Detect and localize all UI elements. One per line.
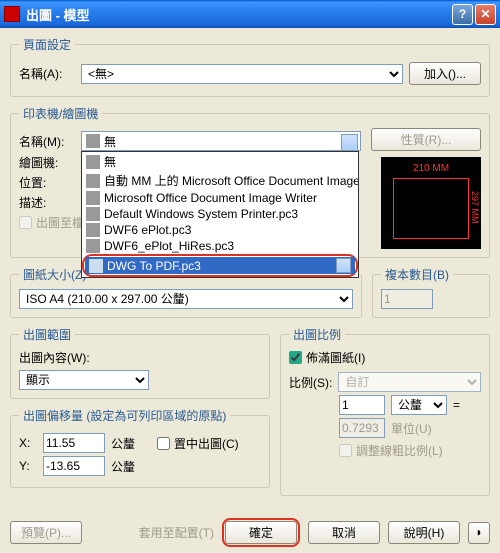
fit-to-paper-label: 佈滿圖紙(I) [306,349,365,366]
x-input[interactable] [43,433,105,453]
scale-lineweight-label: 調整線粗比例(L) [356,442,443,459]
window-title: 出圖 - 模型 [26,5,452,24]
copies-input [381,289,433,309]
plot-what-select[interactable]: 顯示 [19,370,149,390]
y-unit: 公釐 [111,458,135,475]
plot-scale-legend: 出圖比例 [289,326,345,343]
app-icon [4,6,20,22]
preview-button: 預覽(P)... [10,521,82,544]
plot-scale-group: 出圖比例 佈滿圖紙(I) 比例(S): 自訂 公釐 = [280,326,490,496]
printer-option[interactable]: 自動 MM 上的 Microsoft Office Document Image… [82,171,358,190]
page-name-select[interactable]: <無> [81,64,403,84]
help-button[interactable]: ? [452,4,473,25]
expand-button[interactable]: ◗ [468,522,490,544]
location-label: 位置: [19,174,75,191]
printer-option[interactable]: Default Windows System Printer.pc3 [82,206,358,222]
description-label: 描述: [19,194,75,211]
plotter-label: 繪圖機: [19,154,75,171]
scale-lineweight-checkbox [339,444,352,457]
cancel-button[interactable]: 取消 [308,521,380,544]
x-label: X: [19,436,37,450]
center-plot-checkbox[interactable] [157,437,170,450]
preview-width-label: 210 MM [387,163,475,174]
title-bar: 出圖 - 模型 ? ✕ [0,0,500,28]
x-unit: 公釐 [111,435,135,452]
page-setup-legend: 頁面設定 [19,36,75,53]
denom-unit-label: 單位(U) [391,420,432,437]
scale-unit-select[interactable]: 公釐 [391,395,447,415]
printer-group: 印表機/繪圖機 名稱(M): 無 無 自動 MM 上的 Microsoft Of… [10,105,490,258]
equals-sign: = [453,398,460,412]
plot-offset-group: 出圖偏移量 (設定為可列印區域的原點) X: 公釐 置中出圖(C) Y: 公釐 [10,407,270,488]
paper-preview: 210 MM 297 MM [381,157,481,249]
page-setup-group: 頁面設定 名稱(A): <無> 加入()... [10,36,490,97]
printer-option-selected[interactable]: DWG To PDF.pc3 [85,257,355,274]
close-button[interactable]: ✕ [475,4,496,25]
fit-to-paper-checkbox[interactable] [289,351,302,364]
scale-numerator-input[interactable] [339,395,385,415]
page-name-label: 名稱(A): [19,65,75,82]
y-input[interactable] [43,456,105,476]
preview-height-label: 297 MM [470,191,480,224]
plot-area-group: 出圖範圍 出圖內容(W): 顯示 [10,326,270,399]
paper-size-legend: 圖紙大小(Z) [19,266,90,283]
printer-option[interactable]: 無 [82,152,358,171]
printer-name-select[interactable]: 無 無 自動 MM 上的 Microsoft Office Document I… [81,131,361,151]
printer-name-label: 名稱(M): [19,133,75,150]
plot-area-legend: 出圖範圍 [19,326,75,343]
plot-to-file-checkbox [19,216,32,229]
plot-to-file-label: 出圖至檔 [36,214,84,231]
printer-option[interactable]: DWF6 ePlot.pc3 [82,222,358,238]
copies-legend: 複本數目(B) [381,266,453,283]
y-label: Y: [19,459,37,473]
printer-option[interactable]: Microsoft Office Document Image Writer [82,190,358,206]
dialog-footer: 預覽(P)... 套用至配置(T) 確定 取消 說明(H) ◗ [0,512,500,553]
printer-option[interactable]: DWF6_ePlot_HiRes.pc3 [82,238,358,254]
ok-button[interactable]: 確定 [225,521,297,544]
plot-what-label: 出圖內容(W): [19,349,261,366]
plot-offset-legend: 出圖偏移量 (設定為可列印區域的原點) [19,407,230,424]
paper-size-select[interactable]: ISO A4 (210.00 x 297.00 公釐) [19,289,353,309]
apply-to-layout-label: 套用至配置(T) [139,524,214,541]
scale-select: 自訂 [338,372,481,392]
help-dialog-button[interactable]: 說明(H) [388,521,460,544]
scale-denominator-input [339,418,385,438]
scale-label: 比例(S): [289,374,332,391]
add-button[interactable]: 加入()... [409,62,481,85]
properties-button: 性質(R)... [371,128,481,151]
printer-legend: 印表機/繪圖機 [19,105,102,122]
center-plot-label: 置中出圖(C) [174,435,239,452]
printer-dropdown-list[interactable]: 無 自動 MM 上的 Microsoft Office Document Ima… [81,151,359,278]
copies-group: 複本數目(B) [372,266,490,318]
